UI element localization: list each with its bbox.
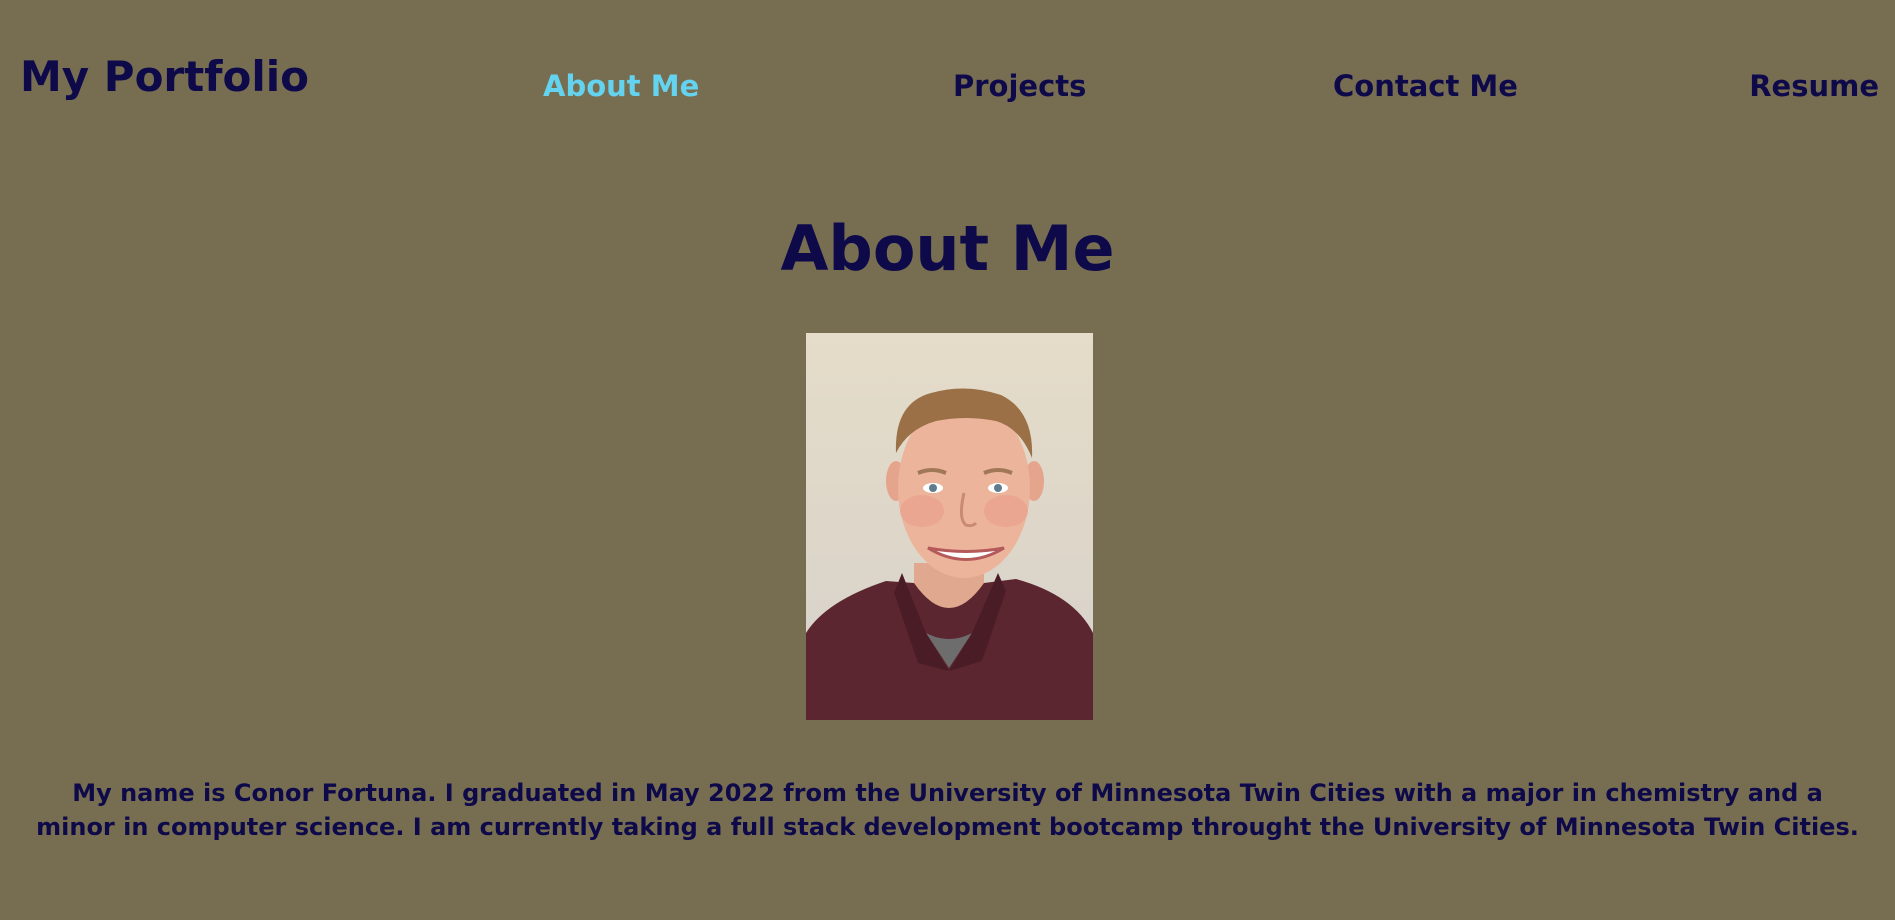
nav-link-contact-me[interactable]: Contact Me: [1333, 72, 1518, 101]
portrait-cheek-left: [900, 495, 944, 527]
profile-photo: [806, 333, 1093, 720]
nav-link-about-me[interactable]: About Me: [543, 72, 699, 101]
page-title: About Me: [780, 212, 1115, 285]
nav-link-projects[interactable]: Projects: [953, 72, 1086, 101]
portrait-illustration: [806, 388, 1093, 720]
bio-text: My name is Conor Fortuna. I graduated in…: [36, 779, 1859, 841]
site-header: My Portfolio About Me Projects Contact M…: [0, 0, 1895, 140]
portrait-cheek-right: [984, 495, 1028, 527]
nav-link-resume[interactable]: Resume: [1749, 72, 1879, 101]
site-brand: My Portfolio: [20, 52, 309, 101]
